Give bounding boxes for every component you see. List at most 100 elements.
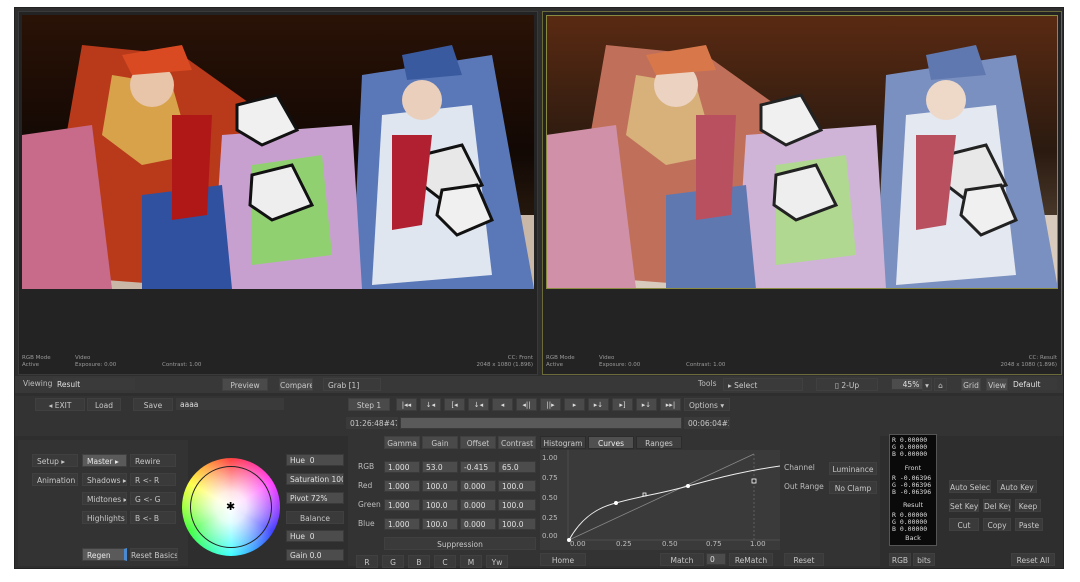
match-button[interactable]: Match [660,553,704,566]
green-contrast-field[interactable]: 100.0 [498,499,536,511]
layout-2up-button[interactable]: ▯ 2-Up [816,378,878,391]
green-gamma-field[interactable]: 1.000 [384,499,420,511]
next-key-icon[interactable]: ▸↓ [636,398,657,411]
rgb-contrast-field[interactable]: 65.0 [498,461,536,473]
midtones-tab[interactable]: Midtones ▸ [82,492,127,505]
offset-header[interactable]: Offset [460,436,496,449]
view-select[interactable]: Default [1009,378,1057,390]
red-gamma-field[interactable]: 1.000 [384,480,420,492]
goto-start-icon[interactable]: |◂◂ [396,398,417,411]
match-value-field[interactable]: 0 [706,553,726,565]
balance-hue-field[interactable]: Hue 0 [286,530,344,542]
save-button[interactable]: Save [133,398,173,411]
tab-ranges[interactable]: Ranges [636,436,682,449]
red-gain-field[interactable]: 100.0 [422,480,458,492]
select-tool[interactable]: ▸ Select [723,378,803,391]
setup-dropdown[interactable]: Setup ▸ [32,454,78,467]
channel-g-button[interactable]: G [382,555,404,568]
step-button[interactable]: Step 1 [348,398,390,411]
saturation-field[interactable]: Saturation 100 [286,473,344,485]
rematch-button[interactable]: ReMatch [729,553,773,566]
home-button[interactable]: Home [540,553,586,566]
blue-gamma-field[interactable]: 1.000 [384,518,420,530]
green-gain-field[interactable]: 100.0 [422,499,458,511]
hue-field[interactable]: Hue 0 [286,454,344,466]
channel-m-button[interactable]: M [460,555,482,568]
set-key-button[interactable]: Set Key [949,499,979,512]
channel-b-button[interactable]: B [408,555,430,568]
rewire-g-button[interactable]: G <- G [130,492,176,505]
paste-button[interactable]: Paste [1015,518,1043,531]
next-mark-icon[interactable]: ▸↓ [588,398,609,411]
reset-curve-button[interactable]: Reset [784,553,824,566]
rgb-gain-field[interactable]: 53.0 [422,461,458,473]
tab-curves[interactable]: Curves [588,436,634,449]
curve-graph[interactable]: 1.00 0.75 0.50 0.25 0.00 0.00 0.25 0.50 … [540,450,781,550]
home-icon[interactable]: ⌂ [934,378,947,391]
viewer-result[interactable]: RGB Mode Active Video Exposure: 0.00 Contr… [542,11,1062,375]
auto-select-button[interactable]: Auto Select [949,480,991,493]
preview-button[interactable]: Preview [222,378,268,391]
rewire-r-button[interactable]: R <- R [130,473,176,486]
blue-contrast-field[interactable]: 100.0 [498,518,536,530]
zoom-dropdown-icon[interactable]: ▾ [922,378,932,391]
channel-c-button[interactable]: C [434,555,456,568]
mark-out-icon[interactable]: ▸] [612,398,633,411]
gain-field[interactable]: Gain 0.0 [286,549,344,561]
grab-button[interactable]: Grab [1] [323,378,381,391]
play-reverse-icon[interactable]: ◂ [492,398,513,411]
step-forward-icon[interactable]: ||▸ [540,398,561,411]
channel-select[interactable]: Luminance [829,462,877,475]
prev-key-icon[interactable]: ↓◂ [420,398,441,411]
tab-histogram[interactable]: Histogram [540,436,586,449]
rgb-offset-field[interactable]: -0.415 [460,461,496,473]
green-offset-field[interactable]: 0.000 [460,499,496,511]
setup-name-field[interactable]: aaaa [176,398,284,410]
blue-gain-field[interactable]: 100.0 [422,518,458,530]
red-contrast-field[interactable]: 100.0 [498,480,536,492]
prev-mark-icon[interactable]: ↓◂ [468,398,489,411]
reset-basics-button[interactable]: Reset Basics [130,548,178,561]
keep-button[interactable]: Keep [1015,499,1041,512]
shadows-tab[interactable]: Shadows ▸ [82,473,127,486]
rewire-b-button[interactable]: B <- B [130,511,176,524]
timecode-in[interactable]: 01:26:48#47 [346,417,398,429]
pivot-field[interactable]: Pivot 72% [286,492,344,504]
suppression-button[interactable]: Suppression [384,537,536,550]
gain-header[interactable]: Gain [422,436,458,449]
exit-button[interactable]: ◂ EXIT [35,398,85,411]
rgb-gamma-field[interactable]: 1.000 [384,461,420,473]
rgb-readout-button[interactable]: RGB [889,553,911,566]
gamma-header[interactable]: Gamma [384,436,420,449]
out-range-select[interactable]: No Clamp [829,481,877,494]
compare-button[interactable]: Compare [279,378,313,391]
step-back-icon[interactable]: ◂|| [516,398,537,411]
play-icon[interactable]: ▸ [564,398,585,411]
options-dropdown[interactable]: Options ▾ [684,398,730,411]
timecode-out[interactable]: 00:06:04#25 [684,417,730,429]
load-button[interactable]: Load [87,398,121,411]
contrast-header[interactable]: Contrast [498,436,536,449]
color-wheel[interactable]: ✱ [182,458,280,556]
master-tab[interactable]: Master ▸ [82,454,127,467]
reset-all-button[interactable]: Reset All [1011,553,1055,566]
blue-offset-field[interactable]: 0.000 [460,518,496,530]
animation-dropdown[interactable]: Animation ▸ [32,473,78,486]
red-offset-field[interactable]: 0.000 [460,480,496,492]
del-key-button[interactable]: Del Key [983,499,1011,512]
grid-button[interactable]: Grid [961,378,981,391]
regen-button[interactable]: Regen [82,548,127,561]
cut-button[interactable]: Cut [949,518,979,531]
goto-end-icon[interactable]: ▸▸| [660,398,681,411]
timeline-scrubber[interactable] [400,417,682,429]
channel-r-button[interactable]: R [356,555,378,568]
bits-readout-button[interactable]: bits [913,553,935,566]
highlights-tab[interactable]: Highlights ▸ [82,511,127,524]
balance-button[interactable]: Balance [286,511,344,524]
rewire-button[interactable]: Rewire [130,454,176,467]
viewer-front[interactable]: RGB Mode Active Video Exposure: 0.00 Contr… [18,11,538,375]
view-button[interactable]: View [986,378,1008,391]
copy-button[interactable]: Copy [983,518,1011,531]
mark-in-icon[interactable]: [◂ [444,398,465,411]
viewing-select[interactable]: Result [53,378,135,390]
